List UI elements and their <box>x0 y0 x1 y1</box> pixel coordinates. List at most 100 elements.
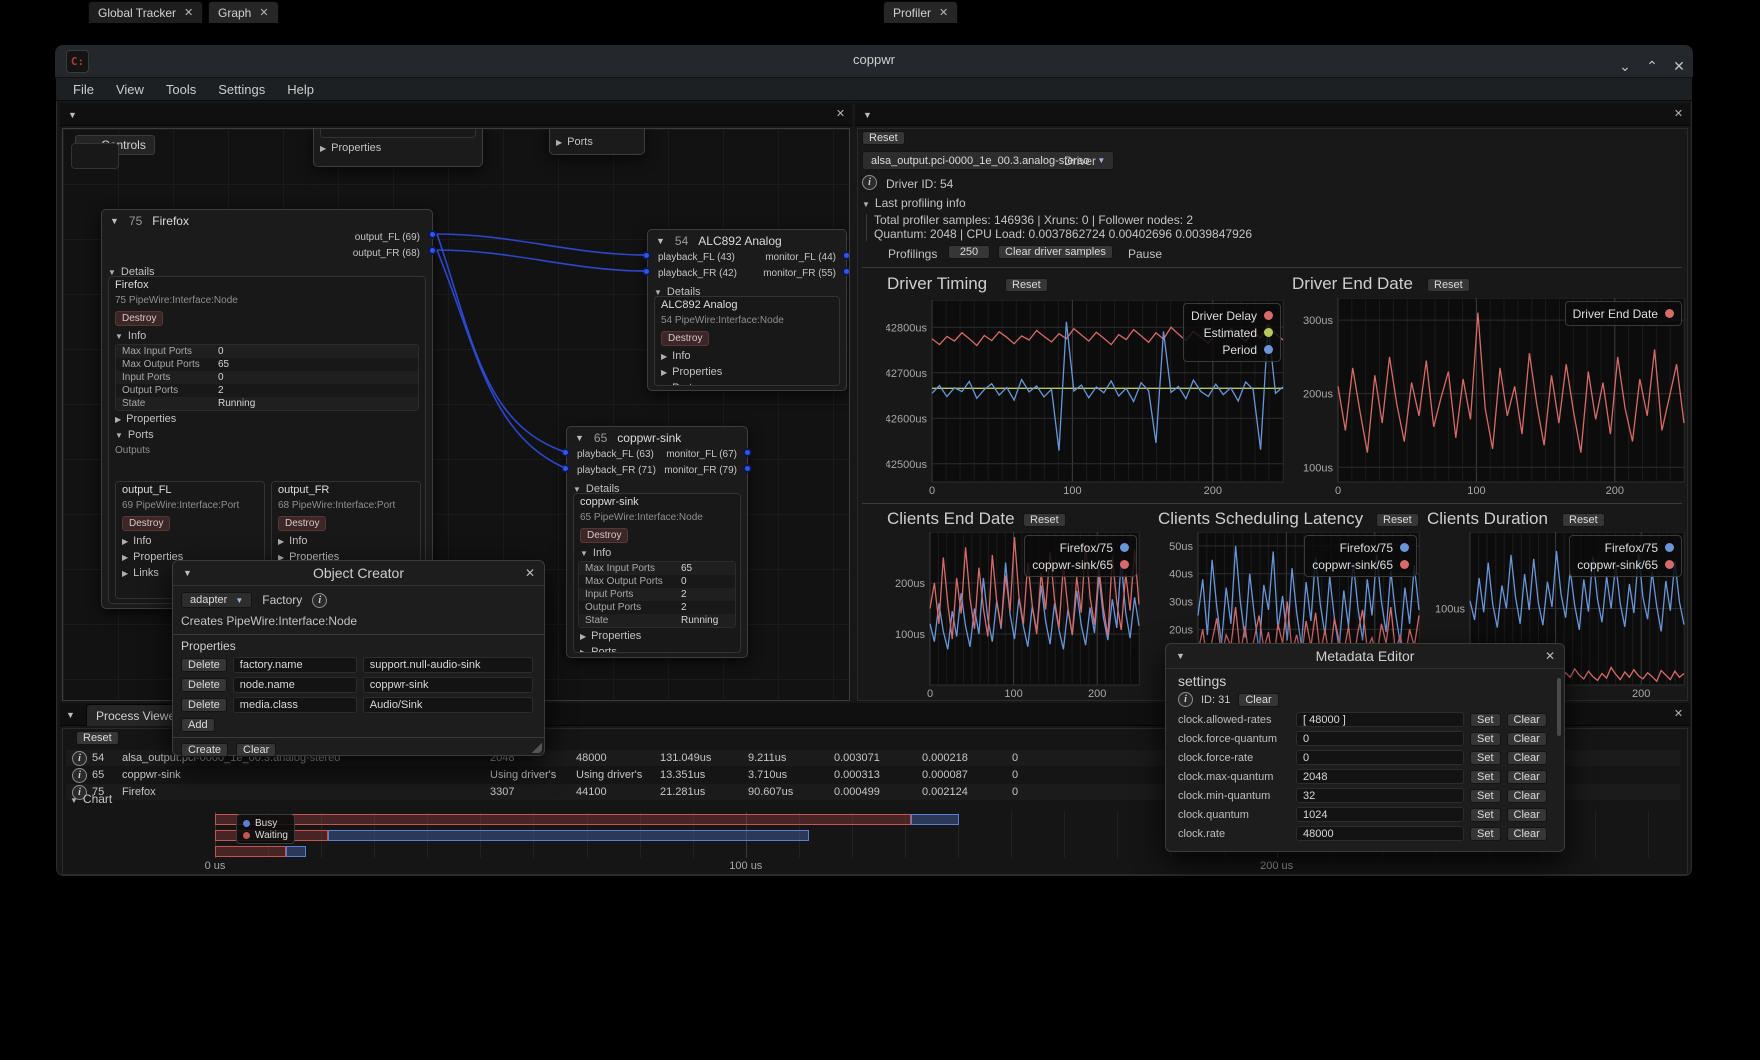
chart-legend[interactable]: Firefox/75coppwr-sink/65 <box>1304 535 1417 577</box>
metadata-value-field[interactable]: 32 <box>1296 788 1464 803</box>
info-icon[interactable]: i <box>72 768 87 783</box>
bar-segment-busy[interactable] <box>911 814 960 825</box>
ports-expander[interactable]: ▶Ports <box>655 380 839 386</box>
tab-profiler[interactable]: Profiler ✕ <box>883 1 958 23</box>
node-firefox[interactable]: ▼ 75 Firefox output_FL (69) output_FR (6… <box>101 209 433 609</box>
metadata-value-field[interactable]: 0 <box>1296 731 1464 746</box>
clients-end-date-reset-button[interactable]: Reset <box>1023 513 1066 527</box>
port-dot-playback-fl[interactable] <box>642 251 651 260</box>
metadata-editor-dialog[interactable]: ▼ Metadata Editor ✕ settings i ID: 31 Cl… <box>1165 643 1565 852</box>
metadata-value-field[interactable]: 0 <box>1296 750 1464 765</box>
chart-expander[interactable]: ▼Chart <box>70 792 112 806</box>
property-value-field[interactable]: coppwr-sink <box>363 677 533 693</box>
metadata-value-field[interactable]: 1024 <box>1296 807 1464 822</box>
destroy-button[interactable]: Destroy <box>580 528 628 543</box>
info-icon[interactable]: i <box>312 593 327 608</box>
clear-button[interactable]: Clear <box>1507 808 1547 822</box>
legend-entry[interactable]: Driver Delay <box>1191 307 1273 324</box>
menu-tools[interactable]: Tools <box>157 80 205 99</box>
ports-expander[interactable]: ▼Ports <box>109 427 425 443</box>
driver-timing-plot[interactable]: 010020042500us42600us42700us42800us Driv… <box>886 300 1284 497</box>
driver-end-date-plot[interactable]: 0100200100us200us300us Driver End Date <box>1292 298 1685 497</box>
set-button[interactable]: Set <box>1470 789 1501 803</box>
driver-end-date-reset-button[interactable]: Reset <box>1427 278 1470 292</box>
port-dot-output-fl[interactable] <box>428 230 437 239</box>
profiler-reset-button[interactable]: Reset <box>862 131 905 145</box>
clear-button[interactable]: Clear <box>1507 751 1547 765</box>
clients-scheduling-latency-reset-button[interactable]: Reset <box>1376 513 1419 527</box>
chart-legend[interactable]: Driver End Date <box>1565 301 1682 326</box>
clear-button[interactable]: Clear <box>1507 789 1547 803</box>
profilings-value[interactable]: 250 <box>948 245 990 259</box>
properties-expander[interactable]: ▶Properties <box>574 628 740 644</box>
minimize-icon[interactable]: ⌄ <box>1614 55 1636 77</box>
left-dock-close-icon[interactable]: ✕ <box>833 107 848 122</box>
clients-end-date-plot[interactable]: 0100200100us200us Firefox/75coppwr-sink/… <box>884 532 1140 700</box>
set-button[interactable]: Set <box>1470 827 1501 841</box>
info-expander[interactable]: ▶Info <box>272 533 420 549</box>
add-property-button[interactable]: Add <box>181 718 215 732</box>
bottom-dock-collapse-icon[interactable]: ▼ <box>66 710 75 720</box>
maximize-icon[interactable]: ⌃ <box>1641 55 1663 77</box>
left-dock-collapse-icon[interactable]: ▼ <box>68 110 77 120</box>
destroy-button[interactable]: Destroy <box>115 311 163 326</box>
set-button[interactable]: Set <box>1470 751 1501 765</box>
pause-toggle[interactable]: Pause <box>1128 247 1162 261</box>
ports-expander[interactable]: ▶Ports <box>550 134 644 150</box>
process-viewer-reset-button[interactable]: Reset <box>76 731 119 745</box>
collapse-icon[interactable]: ▼ <box>110 216 119 226</box>
clear-button[interactable]: Clear <box>1507 732 1547 746</box>
tab-global-tracker[interactable]: Global Tracker ✕ <box>88 1 203 23</box>
set-button[interactable]: Set <box>1470 808 1501 822</box>
close-icon[interactable]: ✕ <box>184 6 193 19</box>
info-icon[interactable]: i <box>862 175 877 190</box>
tab-process-viewer[interactable]: Process Viewer <box>86 704 186 726</box>
property-value-field[interactable]: Audio/Sink <box>363 697 533 713</box>
close-icon[interactable]: ✕ <box>525 566 535 580</box>
node-header[interactable]: ▼ 65 coppwr-sink <box>567 427 747 449</box>
dialog-titlebar[interactable]: ▼ Object Creator ✕ <box>173 561 544 586</box>
node-header[interactable]: ▼ 75 Firefox <box>102 210 432 232</box>
dialog-titlebar[interactable]: ▼ Metadata Editor ✕ <box>1166 644 1564 669</box>
port-dot-playback-fl-sink[interactable] <box>561 448 570 457</box>
property-value-field[interactable]: support.null-audio-sink <box>363 657 533 673</box>
object-creator-dialog[interactable]: ▼ Object Creator ✕ adapter▼ Factory i Cr… <box>172 560 545 756</box>
bottom-dock-close-icon[interactable]: ✕ <box>1671 707 1686 722</box>
right-dock-collapse-icon[interactable]: ▼ <box>863 110 872 120</box>
property-key-field[interactable]: media.class <box>233 697 357 713</box>
collapse-icon[interactable]: ▼ <box>656 236 665 246</box>
clear-button[interactable]: Clear <box>1507 827 1547 841</box>
node-header[interactable]: ▼ 54 ALC892 Analog <box>648 230 846 252</box>
close-icon[interactable]: ✕ <box>259 6 268 19</box>
property-key-field[interactable]: node.name <box>233 677 357 693</box>
factory-select[interactable]: adapter▼ <box>181 592 252 608</box>
legend-entry[interactable]: Firefox/75 <box>1032 539 1129 556</box>
port-dot-monitor-fr-sink[interactable] <box>743 464 752 473</box>
chart-legend[interactable]: Firefox/75coppwr-sink/65 <box>1569 535 1682 577</box>
properties-expander[interactable]: ▶Properties <box>655 364 839 380</box>
ports-expander[interactable]: ▶Ports <box>574 644 740 653</box>
collapse-icon[interactable]: ▼ <box>1176 651 1185 661</box>
port-dot-playback-fr[interactable] <box>642 267 651 276</box>
collapse-icon[interactable]: ▼ <box>575 433 584 443</box>
legend-entry[interactable]: Driver End Date <box>1573 305 1674 322</box>
clear-button[interactable]: Clear <box>1507 770 1547 784</box>
legend-entry[interactable]: Period <box>1191 341 1273 358</box>
right-dock-close-icon[interactable]: ✕ <box>1671 107 1686 122</box>
info-expander[interactable]: ▶Info <box>655 348 839 364</box>
tab-graph[interactable]: Graph ✕ <box>208 1 279 23</box>
metadata-value-field[interactable]: 2048 <box>1296 769 1464 784</box>
destroy-button[interactable]: Destroy <box>278 516 326 531</box>
node-alc892[interactable]: ▼ 54 ALC892 Analog playback_FL (43) play… <box>647 229 847 391</box>
port-dot-monitor-fl-sink[interactable] <box>743 448 752 457</box>
legend-entry[interactable]: coppwr-sink/65 <box>1577 556 1674 573</box>
resize-grip[interactable] <box>532 743 542 753</box>
scrollbar[interactable] <box>1557 678 1561 736</box>
info-expander[interactable]: ▼Info <box>574 545 740 561</box>
clear-button[interactable]: Clear <box>236 743 276 757</box>
port-dot-output-fr[interactable] <box>428 246 437 255</box>
partial-node[interactable]: ▶Ports <box>549 128 645 155</box>
info-expander[interactable]: ▼Info <box>109 328 425 344</box>
legend-entry[interactable]: Firefox/75 <box>1312 539 1409 556</box>
bar-segment-busy[interactable] <box>328 830 809 841</box>
